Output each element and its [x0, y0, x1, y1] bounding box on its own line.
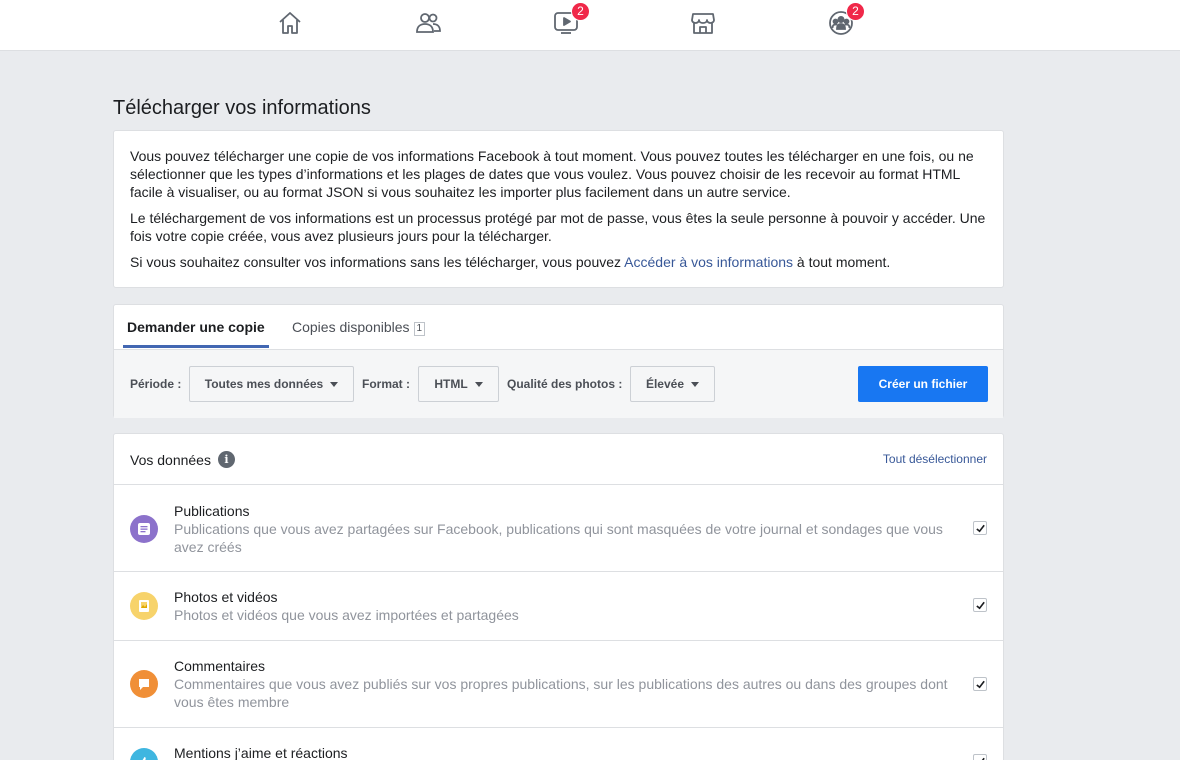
format-value: HTML	[434, 377, 468, 391]
filters-bar: Période : Toutes mes données Format : HT…	[114, 349, 1003, 418]
deselect-all-link[interactable]: Tout désélectionner	[883, 452, 987, 466]
list-item-comments: Commentaires Commentaires que vous avez …	[114, 641, 1003, 728]
intro-text-before-link: Si vous souhaitez consulter vos informat…	[130, 254, 625, 270]
your-data-header: Vos données i Tout désélectionner	[114, 434, 1003, 485]
caret-down-icon	[691, 381, 700, 387]
photos-icon	[130, 592, 158, 620]
item-title: Mentions j’aime et réactions	[174, 745, 348, 760]
photo-quality-dropdown[interactable]: Élevée	[630, 366, 715, 402]
intro-paragraph-1: Vous pouvez télécharger une copie de vos…	[130, 148, 974, 200]
item-title: Commentaires	[174, 658, 266, 674]
item-title: Publications	[174, 503, 250, 519]
item-description: Commentaires que vous avez publiés sur v…	[174, 676, 948, 710]
page-title: Télécharger vos informations	[113, 97, 371, 119]
item-description: Publications que vous avez partagées sur…	[174, 521, 943, 555]
format-label: Format :	[362, 377, 410, 391]
comments-checkbox[interactable]	[973, 677, 987, 691]
marketplace-icon[interactable]	[689, 9, 717, 37]
tab-available-copies-label: Copies disponibles	[292, 319, 410, 335]
caret-down-icon	[330, 381, 339, 387]
home-icon[interactable]	[276, 9, 304, 37]
list-item-posts: Publications Publications que vous avez …	[114, 485, 1003, 572]
list-item-photos-videos: Photos et vidéos Photos et vidéos que vo…	[114, 572, 1003, 641]
intro-text-after-link: à tout moment.	[793, 254, 891, 270]
like-icon	[130, 748, 158, 760]
photo-quality-label: Qualité des photos :	[507, 377, 623, 391]
intro-paragraph-2: Le téléchargement de vos informations es…	[130, 210, 986, 244]
period-dropdown[interactable]: Toutes mes données	[189, 366, 354, 402]
photos-videos-checkbox[interactable]	[973, 598, 987, 612]
download-options-card: Demander une copie Copies disponibles 1 P…	[113, 304, 1004, 418]
period-value: Toutes mes données	[204, 377, 324, 391]
top-navigation: 2 2	[0, 0, 1180, 51]
tab-bar: Demander une copie Copies disponibles 1	[114, 305, 1003, 349]
item-title: Photos et vidéos	[174, 589, 278, 605]
posts-icon	[130, 515, 158, 543]
tab-available-copies[interactable]: Copies disponibles 1	[292, 305, 426, 349]
comment-icon	[130, 670, 158, 698]
access-your-information-link[interactable]: Accéder à vos informations	[624, 254, 793, 270]
format-dropdown[interactable]: HTML	[418, 366, 499, 402]
photo-quality-value: Élevée	[645, 377, 685, 391]
available-copies-count: 1	[413, 322, 426, 336]
caret-down-icon	[474, 381, 483, 387]
likes-reactions-checkbox[interactable]	[973, 754, 987, 760]
intro-card: Vous pouvez télécharger une copie de vos…	[113, 130, 1004, 288]
your-data-card: Vos données i Tout désélectionner Public…	[113, 433, 1004, 760]
tab-request-copy[interactable]: Demander une copie	[123, 305, 269, 348]
intro-paragraph-3: Si vous souhaitez consulter vos informat…	[130, 253, 987, 271]
your-data-title: Vos données	[130, 452, 211, 468]
friends-icon[interactable]	[414, 9, 442, 37]
item-description: Photos et vidéos que vous avez importées…	[174, 607, 519, 623]
groups-badge: 2	[846, 2, 865, 21]
posts-checkbox[interactable]	[973, 521, 987, 535]
period-label: Période :	[130, 377, 182, 391]
info-icon[interactable]: i	[218, 451, 235, 468]
create-file-button[interactable]: Créer un fichier	[858, 366, 988, 402]
watch-icon[interactable]: 2	[552, 2, 590, 37]
groups-icon[interactable]: 2	[827, 2, 865, 37]
watch-badge: 2	[571, 2, 590, 21]
list-item-likes-reactions: Mentions j’aime et réactions	[114, 728, 1003, 760]
